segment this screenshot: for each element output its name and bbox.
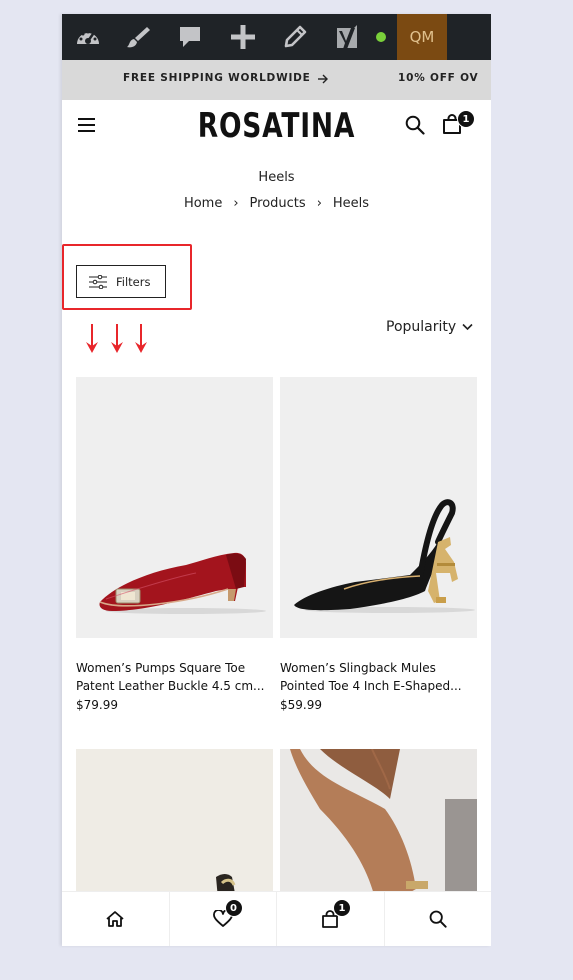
sort-label: Popularity xyxy=(386,319,457,335)
product-image[interactable] xyxy=(280,749,477,899)
cart-count-badge: 1 xyxy=(333,899,351,917)
product-price: $59.99 xyxy=(280,698,322,712)
product-card[interactable]: Women’s Pumps Square Toe Patent Leather … xyxy=(76,377,273,712)
sliders-icon xyxy=(89,274,107,289)
add-new-icon[interactable] xyxy=(228,14,258,60)
admin-toolbar: QM xyxy=(62,14,491,60)
wishlist-count-badge: 0 xyxy=(224,899,243,917)
discount-text[interactable]: 10% OFF OV xyxy=(398,72,479,84)
red-arrow-down-icon xyxy=(86,324,98,353)
product-title-line2: Pointed Toe 4 Inch E-Shaped... xyxy=(280,679,462,693)
promo-bar: FREE SHIPPING WORLDWIDE 10% OFF OV xyxy=(62,60,491,100)
red-arrow-down-icon xyxy=(135,324,147,353)
product-card[interactable] xyxy=(280,749,477,899)
yoast-seo-icon[interactable] xyxy=(332,14,362,60)
site-logo[interactable]: ROSATINA xyxy=(109,106,444,146)
seo-status-dot xyxy=(376,32,386,42)
filters-button[interactable]: Filters xyxy=(76,265,166,298)
search-icon xyxy=(429,910,447,928)
nav-wishlist[interactable]: 0 xyxy=(170,892,277,946)
red-arrow-down-icon xyxy=(111,324,123,353)
nav-cart[interactable]: 1 xyxy=(277,892,385,946)
product-image-red-pump[interactable] xyxy=(76,377,273,638)
breadcrumb-products[interactable]: Products xyxy=(250,196,306,211)
edit-pencil-icon[interactable] xyxy=(280,14,310,60)
product-title-line2: Patent Leather Buckle 4.5 cm... xyxy=(76,679,265,693)
breadcrumb-home[interactable]: Home xyxy=(184,196,222,211)
query-monitor-button[interactable]: QM xyxy=(397,14,447,60)
breadcrumb-separator: › xyxy=(233,196,239,211)
search-icon[interactable] xyxy=(405,115,425,135)
breadcrumb: Home › Products › Heels xyxy=(62,196,491,211)
product-price: $79.99 xyxy=(76,698,118,712)
product-image-black-slingback[interactable] xyxy=(280,377,477,638)
filters-label: Filters xyxy=(116,274,151,289)
nav-search[interactable] xyxy=(385,892,492,946)
product-card[interactable]: Women’s Slingback Mules Pointed Toe 4 In… xyxy=(280,377,477,712)
customize-brush-icon[interactable] xyxy=(122,14,154,60)
product-title-line1: Women’s Pumps Square Toe xyxy=(76,661,246,675)
product-title[interactable]: Women’s Pumps Square Toe Patent Leather … xyxy=(76,659,273,695)
dashboard-icon[interactable] xyxy=(72,14,104,60)
comments-icon[interactable] xyxy=(175,14,205,60)
arrow-right-icon xyxy=(318,74,328,84)
nav-home[interactable] xyxy=(62,892,170,946)
breadcrumb-separator: › xyxy=(316,196,322,211)
chevron-down-icon xyxy=(462,323,473,331)
page-title: Heels xyxy=(258,170,295,185)
sort-dropdown[interactable]: Popularity xyxy=(386,319,473,335)
bottom-navigation: 0 1 xyxy=(62,891,491,946)
product-title-line1: Women’s Slingback Mules xyxy=(280,661,436,675)
cart-count-badge: 1 xyxy=(457,110,475,128)
hamburger-menu-icon[interactable] xyxy=(78,118,96,132)
product-title[interactable]: Women’s Slingback Mules Pointed Toe 4 In… xyxy=(280,659,477,695)
free-shipping-text[interactable]: FREE SHIPPING WORLDWIDE xyxy=(123,72,311,84)
product-card[interactable] xyxy=(76,749,273,899)
product-image[interactable] xyxy=(76,749,273,899)
mobile-page: QM FREE SHIPPING WORLDWIDE 10% OFF OV RO… xyxy=(62,14,491,946)
home-icon xyxy=(106,911,124,927)
breadcrumb-current: Heels xyxy=(332,196,370,211)
